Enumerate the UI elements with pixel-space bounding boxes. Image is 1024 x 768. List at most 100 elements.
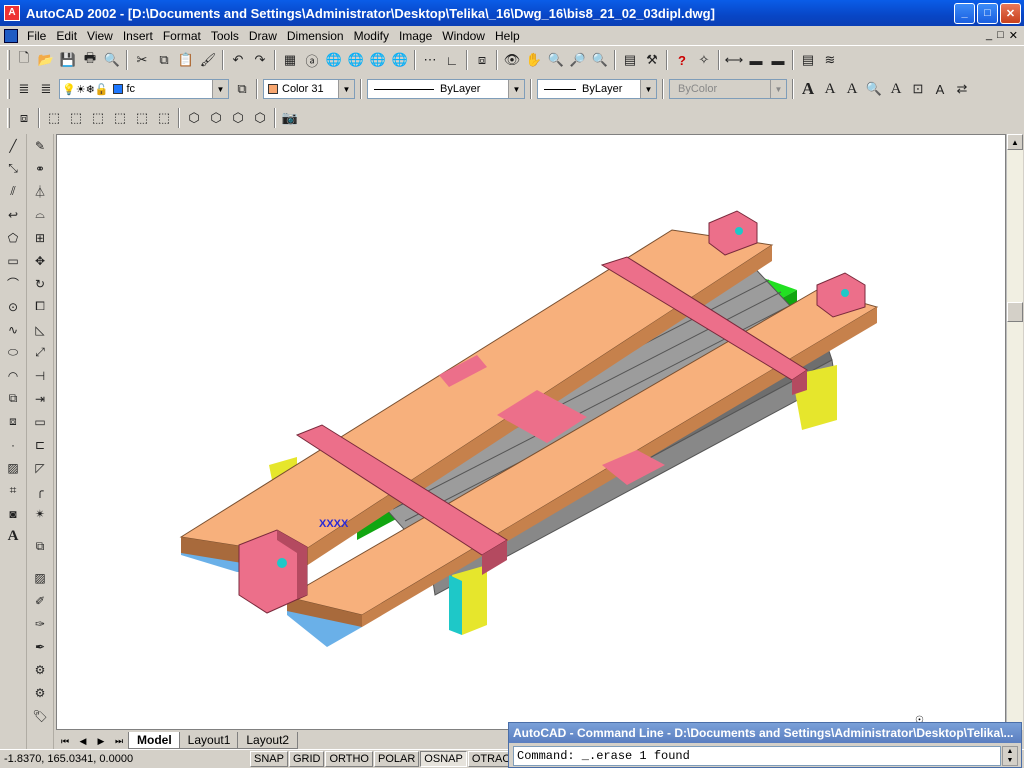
linetype-dropdown[interactable]: ByLayer ▼ xyxy=(367,79,525,99)
layer-dropdown[interactable]: 💡 ☀ ❄ 🔓 fc ▼ xyxy=(59,79,229,99)
multiline-edit-icon[interactable]: ✒ xyxy=(28,635,52,658)
autocad-app-icon[interactable]: A xyxy=(4,5,20,21)
text-style-icon[interactable]: ▤ xyxy=(797,49,819,71)
attribute-edit-icon[interactable]: ⚙ xyxy=(28,658,52,681)
match-properties-icon[interactable]: 🖌 xyxy=(197,49,219,71)
command-line-window[interactable]: AutoCAD - Command Line - D:\Documents an… xyxy=(508,722,1022,768)
spline-edit-icon[interactable]: ✑ xyxy=(28,612,52,635)
close-button[interactable]: ✕ xyxy=(1000,2,1021,24)
3d-orbit-icon[interactable]: 👁 xyxy=(501,49,523,71)
ortho-toggle[interactable]: ORTHO xyxy=(325,751,373,767)
menu-tools[interactable]: Tools xyxy=(206,27,244,45)
hatch-icon[interactable]: ▨ xyxy=(1,456,25,479)
menu-dimension[interactable]: Dimension xyxy=(282,27,349,45)
chevron-down-icon[interactable]: ▼ xyxy=(640,80,656,98)
ecommerce-icon[interactable]: 🌐 xyxy=(367,49,389,71)
chamfer-icon[interactable]: ◸ xyxy=(28,456,52,479)
web-icon[interactable]: 🌐 xyxy=(323,49,345,71)
first-tab-icon[interactable]: ⏮ xyxy=(56,733,74,749)
undo-icon[interactable]: ↶ xyxy=(227,49,249,71)
layer-previous-icon[interactable]: ▬ xyxy=(767,49,789,71)
command-scroll-icon[interactable]: ▲ ▼ xyxy=(1002,746,1018,766)
edit-text-icon[interactable]: A xyxy=(841,78,863,100)
help-icon[interactable]: ? xyxy=(671,49,693,71)
make-layer-current-icon[interactable]: ≣ xyxy=(35,78,57,100)
dimension-linear-icon[interactable]: ⟷ xyxy=(723,49,745,71)
move-icon[interactable]: ✥ xyxy=(28,249,52,272)
menu-insert[interactable]: Insert xyxy=(118,27,158,45)
sun-icon[interactable]: ☀ xyxy=(76,83,86,96)
prev-tab-icon[interactable]: ◀ xyxy=(74,733,92,749)
camera-icon[interactable]: 📷 xyxy=(279,107,301,129)
bottom-view-icon[interactable]: ⬚ xyxy=(65,107,87,129)
tab-model[interactable]: Model xyxy=(128,732,181,749)
osnap-toggle[interactable]: OSNAP xyxy=(420,751,467,767)
tab-layout2[interactable]: Layout2 xyxy=(237,732,299,749)
toolbar-grip[interactable] xyxy=(7,79,10,99)
vertical-scrollbar[interactable]: ▲ xyxy=(1006,134,1023,730)
array-icon[interactable]: ⊞ xyxy=(28,226,52,249)
menu-image[interactable]: Image xyxy=(394,27,437,45)
hatch-edit-icon[interactable]: ▨ xyxy=(28,566,52,589)
block-attribute-icon[interactable]: ⚙ xyxy=(28,681,52,704)
layer-icon[interactable]: ▬ xyxy=(745,49,767,71)
hyperlink-icon[interactable]: ⓐ xyxy=(301,49,323,71)
tab-layout1[interactable]: Layout1 xyxy=(178,732,240,749)
ellipse-arc-icon[interactable]: ◠ xyxy=(1,364,25,387)
line-icon[interactable]: ╱ xyxy=(1,134,25,157)
right-view-icon[interactable]: ⬚ xyxy=(109,107,131,129)
ucs-icon[interactable]: ⋯ xyxy=(419,49,441,71)
cut-icon[interactable]: ✂ xyxy=(131,49,153,71)
color-dropdown[interactable]: Color 31 ▼ xyxy=(263,79,355,99)
copy-icon[interactable]: ⧉ xyxy=(153,49,175,71)
command-line-title[interactable]: AutoCAD - Command Line - D:\Documents an… xyxy=(509,723,1021,743)
ellipse-icon[interactable]: ⬭ xyxy=(1,341,25,364)
zoom-previous-icon[interactable]: 🔍 xyxy=(589,49,611,71)
grid-toggle[interactable]: GRID xyxy=(288,751,325,767)
region-icon[interactable]: ⌗ xyxy=(1,479,25,502)
ne-iso-icon[interactable]: ⬡ xyxy=(227,107,249,129)
ucs-axis-icon[interactable]: ∟ xyxy=(441,49,463,71)
insert-block-icon[interactable]: ⧉ xyxy=(1,387,25,410)
arc-icon[interactable]: ⌒ xyxy=(1,272,25,295)
menu-file[interactable]: File xyxy=(22,27,51,45)
menu-help[interactable]: Help xyxy=(490,27,525,45)
command-history[interactable]: Command: _.erase 1 found xyxy=(513,746,1001,766)
mirror-icon[interactable]: ⏃ xyxy=(28,180,52,203)
named-views-icon[interactable]: ⧈ xyxy=(471,49,493,71)
spline-icon[interactable]: ∿ xyxy=(1,318,25,341)
paste-icon[interactable]: 📋 xyxy=(175,49,197,71)
scale-icon[interactable]: ≋ xyxy=(819,49,841,71)
extend-icon[interactable]: ⇥ xyxy=(28,387,52,410)
explode-icon[interactable]: ✴ xyxy=(28,502,52,525)
named-view-icon[interactable]: ⧈ xyxy=(13,107,35,129)
rotate-icon[interactable]: ↻ xyxy=(28,272,52,295)
stretch-icon[interactable]: ◺ xyxy=(28,318,52,341)
make-block-icon[interactable]: ⧈ xyxy=(1,410,25,433)
front-view-icon[interactable]: ⬚ xyxy=(131,107,153,129)
zoom-window-icon[interactable]: 🔎 xyxy=(567,49,589,71)
maximize-button[interactable]: □ xyxy=(977,2,998,24)
today-icon[interactable]: ✧ xyxy=(693,49,715,71)
single-line-text-icon[interactable]: A xyxy=(819,78,841,100)
trim-icon[interactable]: ⊣ xyxy=(28,364,52,387)
lineweight-dropdown[interactable]: ByLayer ▼ xyxy=(537,79,657,99)
break-icon[interactable]: ▭ xyxy=(28,410,52,433)
menu-edit[interactable]: Edit xyxy=(51,27,82,45)
layers-icon[interactable]: ≣ xyxy=(13,78,35,100)
sw-iso-icon[interactable]: ⬡ xyxy=(183,107,205,129)
copy-object-icon[interactable]: ⚭ xyxy=(28,157,52,180)
menu-format[interactable]: Format xyxy=(158,27,206,45)
scroll-up-icon[interactable]: ▲ xyxy=(1007,134,1023,150)
last-tab-icon[interactable]: ⏭ xyxy=(110,733,128,749)
left-view-icon[interactable]: ⬚ xyxy=(87,107,109,129)
redo-icon[interactable]: ↷ xyxy=(249,49,271,71)
menu-window[interactable]: Window xyxy=(437,27,490,45)
polar-toggle[interactable]: POLAR xyxy=(374,751,420,767)
save-icon[interactable]: 💾 xyxy=(57,49,79,71)
fillet-icon[interactable]: ╭ xyxy=(28,479,52,502)
document-icon[interactable] xyxy=(4,28,18,43)
multiline-icon[interactable]: ⫽ xyxy=(1,180,25,203)
chevron-down-icon[interactable]: ▼ xyxy=(508,80,524,98)
next-tab-icon[interactable]: ▶ xyxy=(92,733,110,749)
